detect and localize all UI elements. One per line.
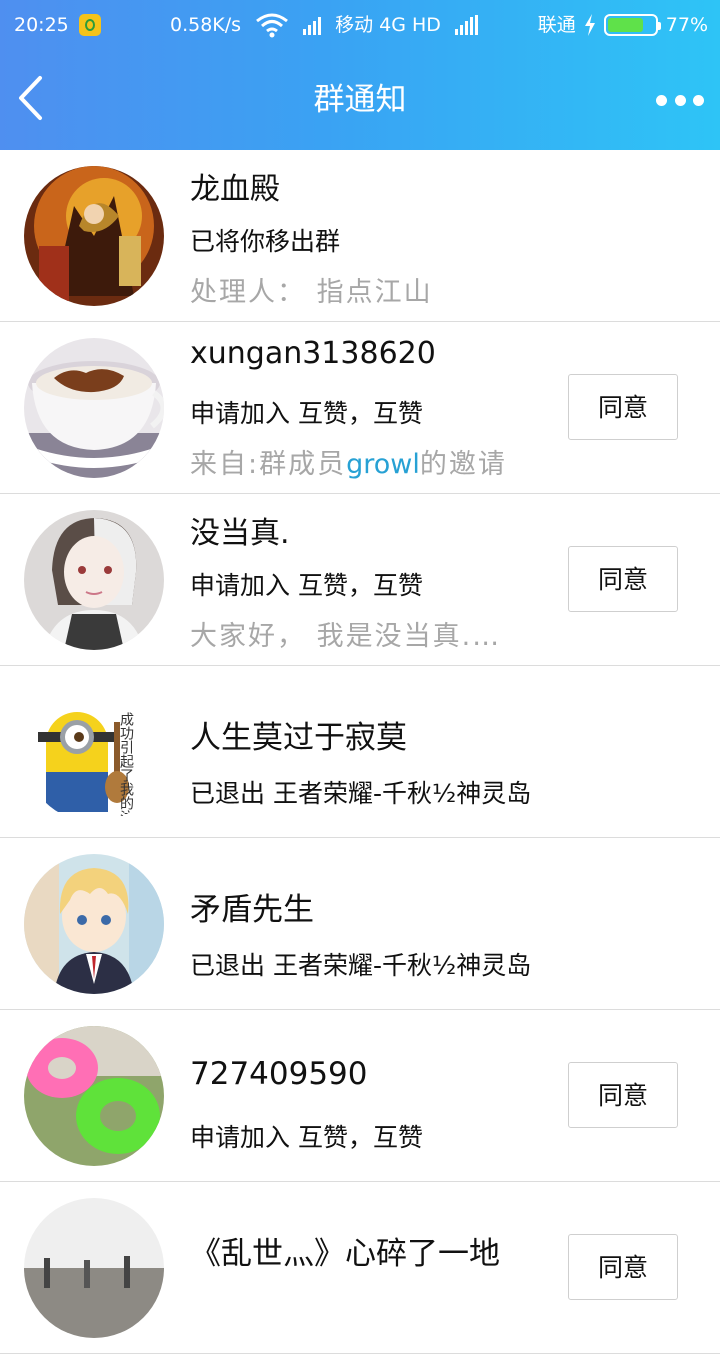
avatar-dragon[interactable] bbox=[24, 166, 164, 306]
qq-music-icon bbox=[78, 14, 101, 36]
item-title: 727409590 bbox=[190, 1056, 368, 1092]
avatar-swim-rings[interactable] bbox=[24, 1026, 164, 1166]
agree-button[interactable]: 同意 bbox=[568, 546, 678, 612]
item-detail-prefix: 来自:群成员 bbox=[190, 449, 347, 480]
more-dot bbox=[693, 94, 704, 106]
notification-list: 龙血殿 已将你移出群 处理人： 指点江山 xungan3138620 申请加入 … bbox=[0, 150, 720, 1354]
item-title: 矛盾先生 bbox=[190, 892, 314, 928]
agree-button[interactable]: 同意 bbox=[568, 374, 678, 440]
signal-icon-2 bbox=[454, 15, 478, 35]
avatar-girl[interactable] bbox=[24, 510, 164, 650]
charging-icon bbox=[584, 14, 595, 36]
item-action: 申请加入 互赞，互赞 bbox=[190, 1123, 423, 1152]
carrier-1: 移动 4G HD bbox=[335, 14, 441, 36]
more-button[interactable] bbox=[656, 86, 704, 114]
item-detail: 大家好， 我是没当真.… bbox=[190, 621, 502, 652]
item-title: 《乱世灬》心碎了一地 bbox=[190, 1236, 500, 1272]
item-action: 已退出 王者荣耀-千秋½神灵岛 bbox=[190, 951, 532, 980]
avatar-minion[interactable]: 成功引起了我的注 bbox=[24, 682, 164, 822]
item-detail: 来自:群成员growl的邀请 bbox=[190, 442, 507, 481]
signal-icon bbox=[303, 15, 322, 35]
notification-item[interactable]: 《乱世灬》心碎了一地 同意 bbox=[0, 1182, 720, 1354]
item-title: 人生莫过于寂莫 bbox=[190, 720, 407, 756]
item-detail: 处理人： 指点江山 bbox=[190, 277, 433, 308]
notification-item[interactable]: xungan3138620 申请加入 互赞，互赞 来自:群成员growl的邀请 … bbox=[0, 322, 720, 494]
item-action: 已将你移出群 bbox=[190, 227, 341, 256]
wifi-icon bbox=[256, 13, 289, 38]
more-dot bbox=[674, 94, 686, 106]
agree-button[interactable]: 同意 bbox=[568, 1234, 678, 1300]
item-action: 已退出 王者荣耀-千秋½神灵岛 bbox=[190, 779, 532, 808]
item-detail-suffix: 的邀请 bbox=[419, 449, 507, 480]
battery-icon bbox=[603, 14, 661, 36]
notification-item[interactable]: 727409590 申请加入 互赞，互赞 同意 bbox=[0, 1010, 720, 1182]
svg-text:成功引起了我的注: 成功引起了我的注 bbox=[118, 712, 134, 822]
battery-level bbox=[607, 18, 643, 32]
item-action: 申请加入 互赞，互赞 bbox=[190, 399, 423, 428]
notification-item[interactable]: 龙血殿 已将你移出群 处理人： 指点江山 bbox=[0, 150, 720, 322]
avatar-street[interactable] bbox=[24, 1198, 164, 1338]
item-title: xungan3138620 bbox=[190, 336, 436, 371]
item-title: 龙血殿 bbox=[190, 172, 280, 207]
item-action: 申请加入 互赞，互赞 bbox=[190, 571, 423, 600]
clock: 20:25 bbox=[14, 14, 69, 36]
status-bar: 20:25 0.58K/s 移动 4G HD 联通 77% bbox=[0, 0, 720, 50]
notification-item[interactable]: 矛盾先生 已退出 王者荣耀-千秋½神灵岛 bbox=[0, 838, 720, 1010]
notification-item[interactable]: 成功引起了我的注 人生莫过于寂莫 已退出 王者荣耀-千秋½神灵岛 bbox=[0, 666, 720, 838]
app-header: 20:25 0.58K/s 移动 4G HD 联通 77% 群通知 bbox=[0, 0, 720, 150]
network-speed: 0.58K/s bbox=[170, 14, 242, 36]
more-dot bbox=[656, 94, 667, 106]
page-title: 群通知 bbox=[313, 82, 407, 118]
agree-button[interactable]: 同意 bbox=[568, 1062, 678, 1128]
carrier-2: 联通 bbox=[537, 14, 576, 36]
inviter-link[interactable]: growl bbox=[346, 449, 420, 480]
title-bar: 群通知 bbox=[0, 50, 720, 150]
battery-percent: 77% bbox=[665, 14, 708, 36]
avatar-coffee[interactable] bbox=[24, 338, 164, 478]
avatar-anime-boy[interactable] bbox=[24, 854, 164, 994]
item-title: 没当真. bbox=[190, 516, 290, 551]
notification-item[interactable]: 没当真. 申请加入 互赞，互赞 大家好， 我是没当真.… 同意 bbox=[0, 494, 720, 666]
